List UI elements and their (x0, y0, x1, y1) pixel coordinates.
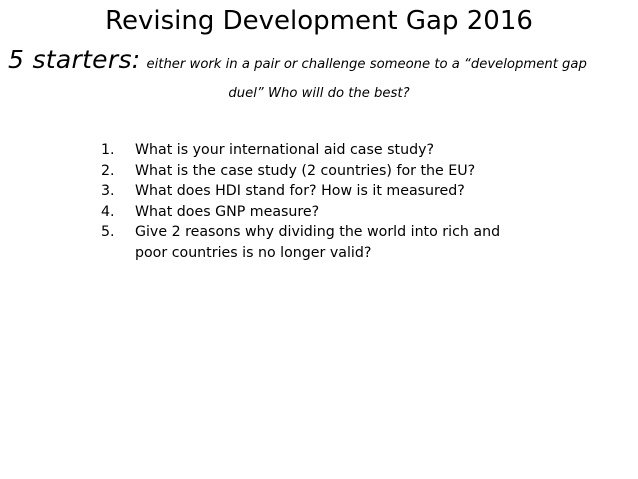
list-item: 1. What is your international aid case s… (101, 140, 521, 161)
list-item-number: 1. (101, 142, 115, 158)
list-item: 2. What is the case study (2 countries) … (101, 161, 521, 182)
list-item-number: 3. (101, 183, 115, 199)
list-item-text: What is the case study (2 countries) for… (135, 162, 476, 179)
list-item: 3. What does HDI stand for? How is it me… (101, 181, 521, 202)
slide-subtitle: 5 starters: either work in a pair or chal… (8, 45, 634, 80)
list-item: 5. Give 2 reasons why dividing the world… (101, 222, 521, 263)
list-item-text: What does HDI stand for? How is it measu… (135, 183, 465, 199)
starter-question-list: 1. What is your international aid case s… (101, 140, 521, 263)
slide-title: Revising Development Gap 2016 (105, 6, 533, 36)
list-item-text: What is your international aid case stud… (135, 142, 435, 158)
subtitle-lead: 5 starters: (8, 45, 141, 74)
list-item-text: Give 2 reasons why dividing the world in… (135, 224, 501, 261)
list-item-text: What does GNP measure? (135, 203, 320, 220)
list-item-number: 4. (101, 203, 115, 220)
slide: Revising Development Gap 2016 5 starters… (0, 0, 638, 479)
list-item: 4. What does GNP measure? (101, 202, 521, 223)
list-item-number: 2. (101, 162, 115, 179)
subtitle-instructions-line1: either work in a pair or challenge someo… (146, 57, 587, 72)
subtitle-instructions-line2: duel” Who will do the best? (228, 86, 410, 101)
list-item-number: 5. (101, 224, 115, 240)
